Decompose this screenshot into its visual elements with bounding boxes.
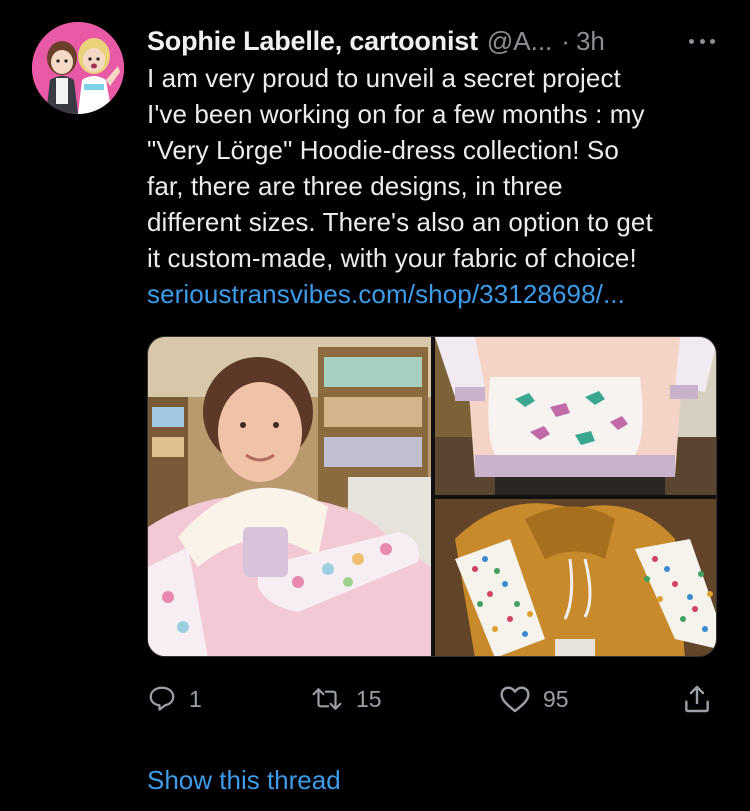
- like-count: 95: [543, 685, 569, 712]
- photo-ochre-polkadot-hoodie: [435, 499, 716, 656]
- more-options-icon[interactable]: [687, 26, 717, 56]
- tweet-text-line: I've been working on for a few months : …: [147, 99, 645, 129]
- tweet-text-line: different sizes. There's also an option …: [147, 207, 653, 237]
- media-image-1[interactable]: [148, 337, 431, 656]
- heart-icon: [500, 686, 530, 713]
- photo-person-pink-hoodie-dress: [148, 337, 431, 656]
- reply-count: 1: [189, 685, 202, 712]
- media-grid: [147, 336, 717, 657]
- tweet-text: I am very proud to unveil a secret proje…: [147, 60, 727, 312]
- tweet-text-line: I am very proud to unveil a secret proje…: [147, 63, 621, 93]
- media-image-3[interactable]: [435, 499, 716, 656]
- avatar-illustration: [32, 22, 124, 114]
- author-avatar[interactable]: [32, 22, 124, 114]
- retweet-button[interactable]: 15: [310, 677, 382, 721]
- separator-dot: ·: [561, 25, 570, 56]
- author-handle[interactable]: @A...: [487, 26, 552, 57]
- author-name[interactable]: Sophie Labelle, cartoonist: [147, 26, 478, 57]
- photo-dinosaur-pocket-hoodie: [435, 337, 716, 495]
- tweet-link[interactable]: serioustransvibes.com/shop/33128698/...: [147, 276, 727, 312]
- retweet-icon: [312, 688, 342, 710]
- timestamp[interactable]: 3h: [576, 26, 605, 57]
- show-thread-link[interactable]: Show this thread: [147, 765, 341, 796]
- tweet-text-line: "Very Lörge" Hoodie-dress collection! So: [147, 135, 619, 165]
- reply-icon: [149, 686, 175, 711]
- share-button[interactable]: [681, 677, 713, 721]
- tweet[interactable]: Sophie Labelle, cartoonist @A... · 3h I …: [0, 0, 750, 811]
- tweet-text-line: far, there are three designs, in three: [147, 171, 563, 201]
- like-button[interactable]: 95: [499, 677, 569, 721]
- retweet-count: 15: [356, 685, 382, 712]
- share-icon: [685, 685, 709, 713]
- tweet-actions: 1 15 95: [147, 677, 722, 721]
- media-image-2[interactable]: [435, 337, 716, 495]
- tweet-header: Sophie Labelle, cartoonist @A... · 3h: [147, 24, 717, 58]
- tweet-text-line: it custom-made, with your fabric of choi…: [147, 243, 637, 273]
- reply-button[interactable]: 1: [147, 677, 202, 721]
